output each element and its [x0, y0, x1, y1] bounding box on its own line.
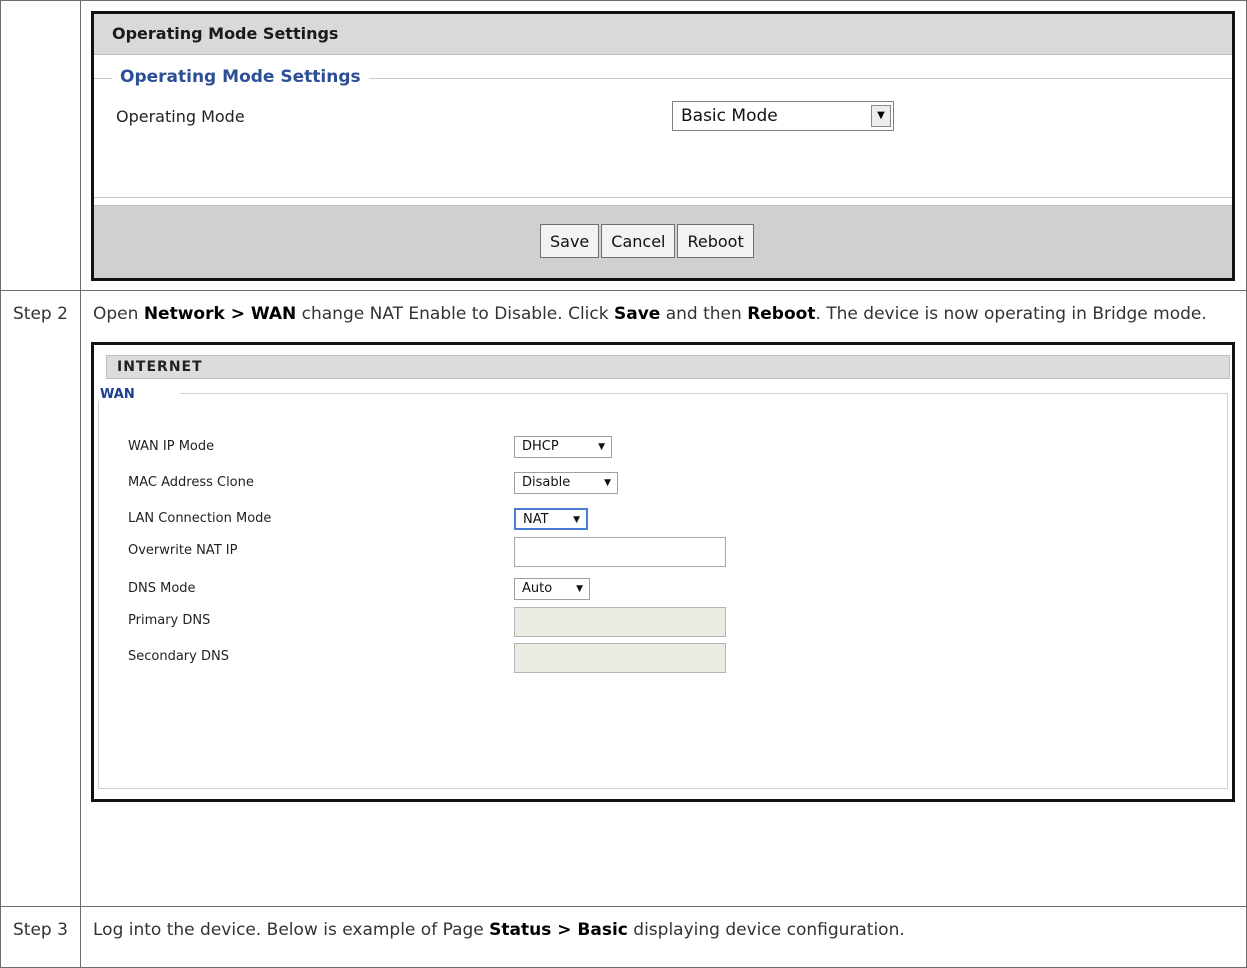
mac-clone-value: Disable	[522, 475, 571, 490]
dropdown-arrow-icon: ▼	[604, 478, 611, 488]
mac-clone-label: MAC Address Clone	[128, 475, 254, 490]
desc-text: and then	[660, 304, 748, 324]
action-buttons: Save Cancel Reboot	[540, 224, 754, 258]
operating-mode-screenshot: Operating Mode Settings Operating Mode S…	[91, 11, 1235, 281]
dns-mode-select[interactable]: Auto ▼	[514, 578, 590, 600]
lan-connection-mode-value: NAT	[523, 512, 549, 527]
cancel-button[interactable]: Cancel	[601, 224, 676, 258]
desc-bold: Save	[613, 304, 661, 324]
secondary-dns-input	[514, 643, 726, 673]
row-step-2: Step 2 Open Network > WAN change NAT Ena…	[0, 290, 1247, 907]
overwrite-nat-ip-input[interactable]	[514, 537, 726, 567]
operating-mode-value: Basic Mode	[681, 106, 778, 126]
button-bar: Save Cancel Reboot	[94, 205, 1232, 278]
content-cell: Operating Mode Settings Operating Mode S…	[80, 0, 1247, 291]
reboot-button[interactable]: Reboot	[677, 224, 754, 258]
operating-mode-select[interactable]: Basic Mode ▼	[672, 101, 894, 131]
row-step-1: Operating Mode Settings Operating Mode S…	[0, 0, 1247, 291]
desc-text: displaying device configuration.	[627, 920, 905, 940]
row-step-3: Step 3 Log into the device. Below is exa…	[0, 906, 1247, 968]
desc-text: Log into the device. Below is example of…	[93, 920, 490, 940]
operating-mode-fieldset: Operating Mode Settings Operating Mode B…	[94, 67, 1232, 198]
step-description: Log into the device. Below is example of…	[81, 907, 1246, 944]
step-number-cell	[0, 0, 81, 291]
wan-ip-mode-select[interactable]: DHCP ▼	[514, 436, 612, 458]
desc-bold: Network > WAN	[143, 304, 297, 324]
step-description: Open Network > WAN change NAT Enable to …	[81, 291, 1246, 328]
desc-bold: Status > Basic	[489, 920, 628, 940]
dropdown-arrow-icon: ▼	[573, 515, 580, 525]
desc-text: . The device is now operating in Bridge …	[815, 304, 1207, 324]
dns-mode-label: DNS Mode	[128, 581, 196, 596]
step-number-cell: Step 2	[0, 290, 81, 907]
instructions-table: Operating Mode Settings Operating Mode S…	[0, 0, 1247, 968]
dns-mode-value: Auto	[522, 581, 553, 596]
internet-wan-screenshot: INTERNET WAN WAN IP Mode DHCP ▼ MAC Addr…	[91, 342, 1235, 802]
overwrite-nat-ip-label: Overwrite NAT IP	[128, 543, 238, 558]
wan-fieldset	[98, 393, 1228, 789]
desc-bold: Reboot	[747, 304, 816, 324]
primary-dns-label: Primary DNS	[128, 613, 211, 628]
step-number-cell: Step 3	[0, 906, 81, 968]
save-button[interactable]: Save	[540, 224, 600, 258]
content-cell: Open Network > WAN change NAT Enable to …	[80, 290, 1247, 907]
primary-dns-input	[514, 607, 726, 637]
wan-ip-mode-label: WAN IP Mode	[128, 439, 215, 454]
panel-header: Operating Mode Settings	[94, 14, 1232, 55]
fieldset-title: Operating Mode Settings	[112, 67, 369, 87]
wan-section-title: WAN	[100, 387, 135, 402]
operating-mode-label: Operating Mode	[116, 107, 245, 126]
internet-header: INTERNET	[106, 355, 1230, 379]
mac-clone-select[interactable]: Disable ▼	[514, 472, 618, 494]
dropdown-arrow-icon: ▼	[576, 584, 583, 594]
secondary-dns-label: Secondary DNS	[128, 649, 229, 664]
desc-text: change NAT Enable to Disable. Click	[296, 304, 614, 324]
dropdown-arrow-icon[interactable]: ▼	[871, 105, 891, 127]
wan-ip-mode-value: DHCP	[522, 439, 559, 454]
lan-connection-mode-label: LAN Connection Mode	[128, 511, 272, 526]
desc-text: Open	[93, 304, 144, 324]
lan-connection-mode-select[interactable]: NAT ▼	[514, 508, 588, 530]
content-cell: Log into the device. Below is example of…	[80, 906, 1247, 968]
dropdown-arrow-icon: ▼	[598, 442, 605, 452]
